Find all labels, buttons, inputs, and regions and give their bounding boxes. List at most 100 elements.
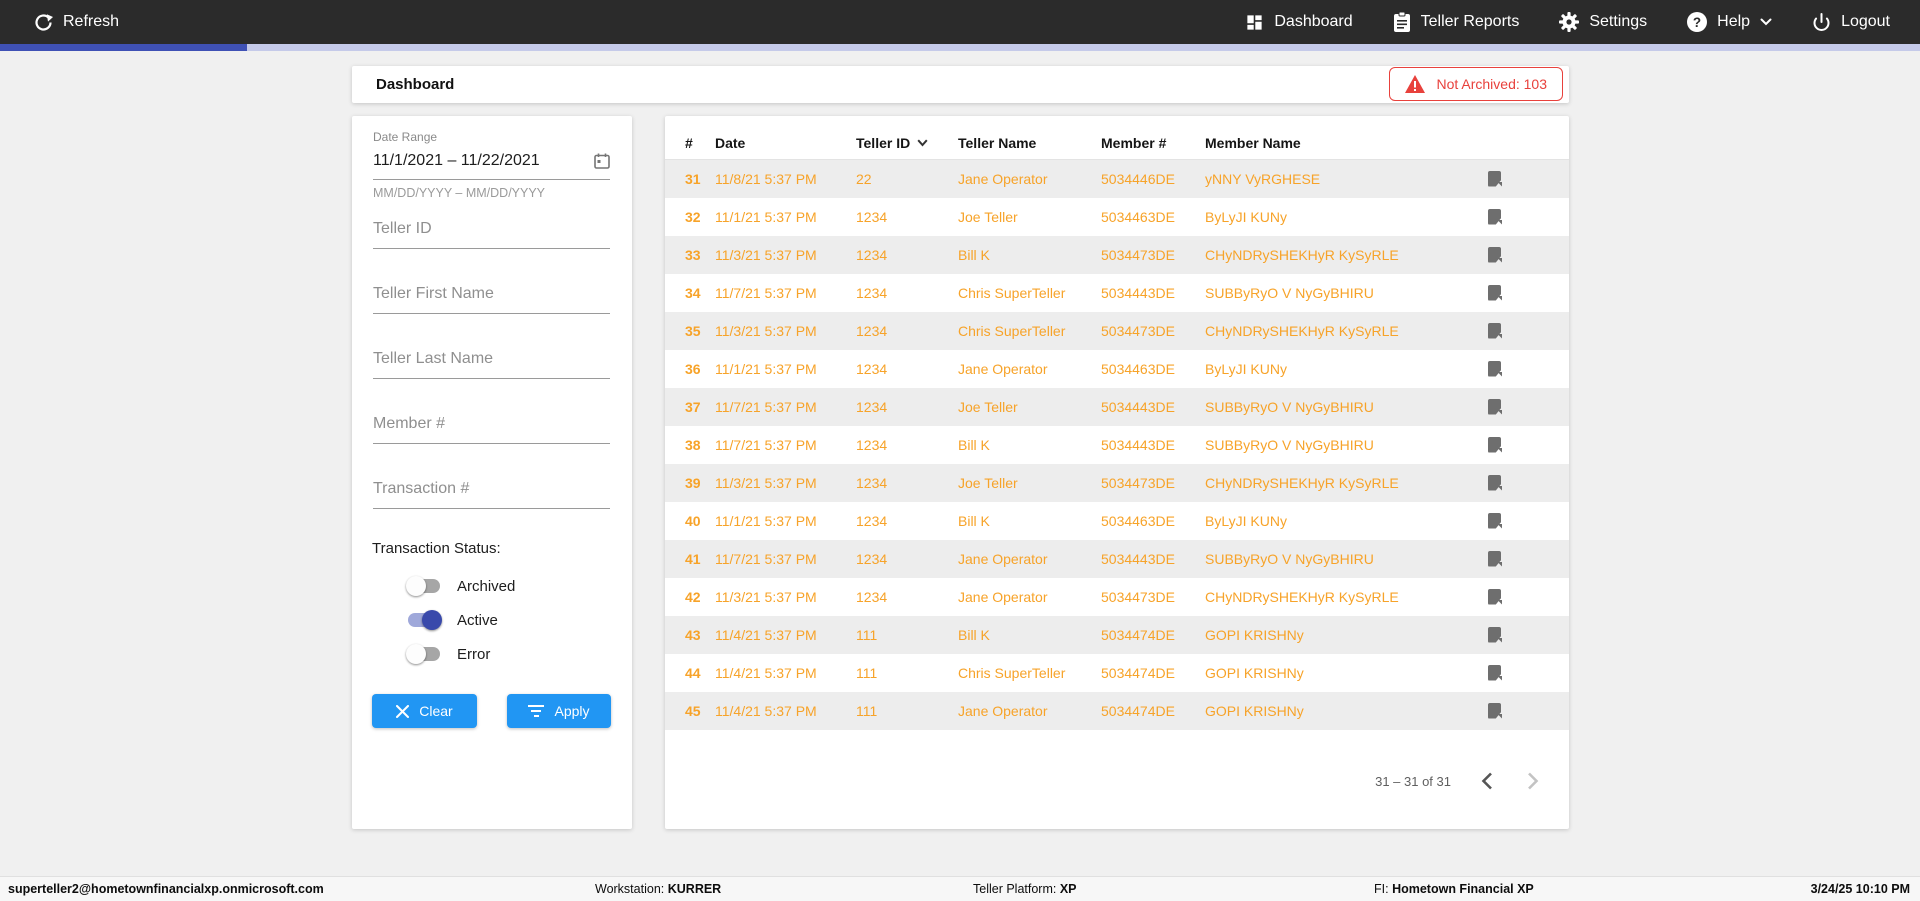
table-row[interactable]: 33 11/3/21 5:37 PM 1234 Bill K 5034473DE… bbox=[665, 236, 1569, 274]
note-icon[interactable] bbox=[1488, 322, 1504, 340]
nav-logout[interactable]: Logout bbox=[1812, 12, 1890, 32]
table-row[interactable]: 34 11/7/21 5:37 PM 1234 Chris SuperTelle… bbox=[665, 274, 1569, 312]
cell-date: 11/8/21 5:37 PM bbox=[715, 171, 817, 187]
filter-input[interactable] bbox=[373, 474, 610, 509]
nav-dashboard-label: Dashboard bbox=[1274, 13, 1353, 30]
table-row[interactable]: 43 11/4/21 5:37 PM 111 Bill K 5034474DE … bbox=[665, 616, 1569, 654]
note-icon[interactable] bbox=[1488, 284, 1504, 302]
table-row[interactable]: 38 11/7/21 5:37 PM 1234 Bill K 5034443DE… bbox=[665, 426, 1569, 464]
date-range-value: 11/1/2021 – 11/22/2021 bbox=[373, 152, 540, 169]
filter-input[interactable] bbox=[373, 409, 610, 444]
cell-date: 11/4/21 5:37 PM bbox=[715, 627, 817, 643]
table-row[interactable]: 42 11/3/21 5:37 PM 1234 Jane Operator 50… bbox=[665, 578, 1569, 616]
not-archived-badge[interactable]: Not Archived: 103 bbox=[1389, 67, 1563, 101]
nav-teller-reports-label: Teller Reports bbox=[1420, 13, 1520, 30]
note-icon[interactable] bbox=[1488, 702, 1504, 720]
filter-input[interactable] bbox=[373, 214, 610, 249]
nav-teller-reports[interactable]: Teller Reports bbox=[1393, 12, 1520, 32]
status-toggle-row[interactable]: Error bbox=[406, 644, 515, 664]
nav-help-label: Help bbox=[1717, 13, 1751, 30]
note-icon[interactable] bbox=[1488, 436, 1504, 454]
cell-num: 41 bbox=[685, 551, 701, 567]
table-row[interactable]: 39 11/3/21 5:37 PM 1234 Joe Teller 50344… bbox=[665, 464, 1569, 502]
table-row[interactable]: 37 11/7/21 5:37 PM 1234 Joe Teller 50344… bbox=[665, 388, 1569, 426]
prev-page-button[interactable] bbox=[1477, 768, 1497, 794]
col-header-teller-id[interactable]: Teller ID bbox=[856, 135, 958, 151]
cell-member-name: ByLyJI KUNy bbox=[1205, 209, 1287, 225]
cell-date: 11/1/21 5:37 PM bbox=[715, 209, 817, 225]
note-icon[interactable] bbox=[1488, 360, 1504, 378]
cell-date: 11/1/21 5:37 PM bbox=[715, 361, 817, 377]
cell-teller-id: 1234 bbox=[856, 285, 888, 301]
table-row[interactable]: 35 11/3/21 5:37 PM 1234 Chris SuperTelle… bbox=[665, 312, 1569, 350]
note-icon[interactable] bbox=[1488, 626, 1504, 644]
cell-teller-name: Joe Teller bbox=[958, 399, 1018, 415]
table-row[interactable]: 31 11/8/21 5:37 PM 22 Jane Operator 5034… bbox=[665, 160, 1569, 198]
cell-date: 11/4/21 5:37 PM bbox=[715, 665, 817, 681]
cell-member-num: 5034474DE bbox=[1101, 665, 1175, 681]
note-icon[interactable] bbox=[1488, 550, 1504, 568]
clear-button[interactable]: Clear bbox=[372, 694, 477, 728]
note-icon[interactable] bbox=[1488, 474, 1504, 492]
loading-progress-bar bbox=[0, 44, 1920, 51]
nav-settings[interactable]: Settings bbox=[1559, 12, 1647, 32]
status-toggle-row[interactable]: Archived bbox=[406, 576, 515, 596]
filter-field bbox=[373, 474, 610, 509]
nav-settings-label: Settings bbox=[1589, 13, 1648, 30]
next-page-button[interactable] bbox=[1523, 768, 1543, 794]
status-toggle-row[interactable]: Active bbox=[406, 610, 515, 630]
date-range-input[interactable]: 11/1/2021 – 11/22/2021 bbox=[373, 144, 610, 180]
note-icon[interactable] bbox=[1488, 170, 1504, 188]
page-title: Dashboard bbox=[376, 76, 455, 93]
col-header-member-name[interactable]: Member Name bbox=[1205, 135, 1488, 151]
nav-help[interactable]: ? Help bbox=[1687, 12, 1772, 32]
cell-teller-id: 1234 bbox=[856, 209, 888, 225]
cell-member-name: ByLyJI KUNy bbox=[1205, 513, 1287, 529]
cell-member-num: 5034443DE bbox=[1101, 285, 1175, 301]
note-icon[interactable] bbox=[1488, 208, 1504, 226]
toggle-switch[interactable] bbox=[406, 644, 442, 664]
table-row[interactable]: 32 11/1/21 5:37 PM 1234 Joe Teller 50344… bbox=[665, 198, 1569, 236]
cell-member-num: 5034443DE bbox=[1101, 551, 1175, 567]
table-row[interactable]: 44 11/4/21 5:37 PM 111 Chris SuperTeller… bbox=[665, 654, 1569, 692]
refresh-label: Refresh bbox=[63, 13, 120, 30]
status-bar: superteller2@hometownfinancialxp.onmicro… bbox=[0, 876, 1920, 901]
note-icon[interactable] bbox=[1488, 512, 1504, 530]
filter-field bbox=[373, 214, 610, 249]
filter-input[interactable] bbox=[373, 279, 610, 314]
note-icon[interactable] bbox=[1488, 664, 1504, 682]
statusbar-workstation: Workstation: KURRER bbox=[595, 882, 722, 896]
col-header-member-num[interactable]: Member # bbox=[1101, 135, 1205, 151]
note-icon[interactable] bbox=[1488, 246, 1504, 264]
svg-text:?: ? bbox=[1693, 15, 1701, 30]
table-row[interactable]: 45 11/4/21 5:37 PM 111 Jane Operator 503… bbox=[665, 692, 1569, 730]
cell-num: 43 bbox=[685, 627, 701, 643]
table-row[interactable]: 36 11/1/21 5:37 PM 1234 Jane Operator 50… bbox=[665, 350, 1569, 388]
cell-teller-id: 1234 bbox=[856, 437, 888, 453]
note-icon[interactable] bbox=[1488, 398, 1504, 416]
toggle-switch[interactable] bbox=[406, 576, 442, 596]
statusbar-datetime: 3/24/25 10:10 PM bbox=[1810, 882, 1910, 896]
filter-field bbox=[373, 344, 610, 379]
table-row[interactable]: 41 11/7/21 5:37 PM 1234 Jane Operator 50… bbox=[665, 540, 1569, 578]
refresh-button[interactable]: Refresh bbox=[34, 13, 119, 32]
toggle-switch[interactable] bbox=[406, 610, 442, 630]
note-icon[interactable] bbox=[1488, 588, 1504, 606]
cell-member-name: CHyNDRySHEKHyR KySyRLE bbox=[1205, 475, 1399, 491]
clipboard-icon bbox=[1393, 12, 1410, 32]
col-header-date[interactable]: Date bbox=[715, 135, 856, 151]
filter-input[interactable] bbox=[373, 344, 610, 379]
cell-member-num: 5034463DE bbox=[1101, 513, 1175, 529]
cell-teller-name: Chris SuperTeller bbox=[958, 665, 1066, 681]
apply-button[interactable]: Apply bbox=[507, 694, 611, 728]
apply-label: Apply bbox=[554, 703, 590, 719]
nav-dashboard[interactable]: Dashboard bbox=[1245, 13, 1353, 32]
cell-teller-name: Jane Operator bbox=[958, 361, 1048, 377]
col-header-teller-name[interactable]: Teller Name bbox=[958, 135, 1101, 151]
col-header-num[interactable]: # bbox=[685, 135, 715, 151]
cell-teller-id: 1234 bbox=[856, 589, 888, 605]
calendar-icon[interactable] bbox=[594, 153, 610, 169]
table-row[interactable]: 40 11/1/21 5:37 PM 1234 Bill K 5034463DE… bbox=[665, 502, 1569, 540]
cell-member-num: 5034473DE bbox=[1101, 589, 1175, 605]
sort-desc-icon bbox=[917, 139, 928, 146]
